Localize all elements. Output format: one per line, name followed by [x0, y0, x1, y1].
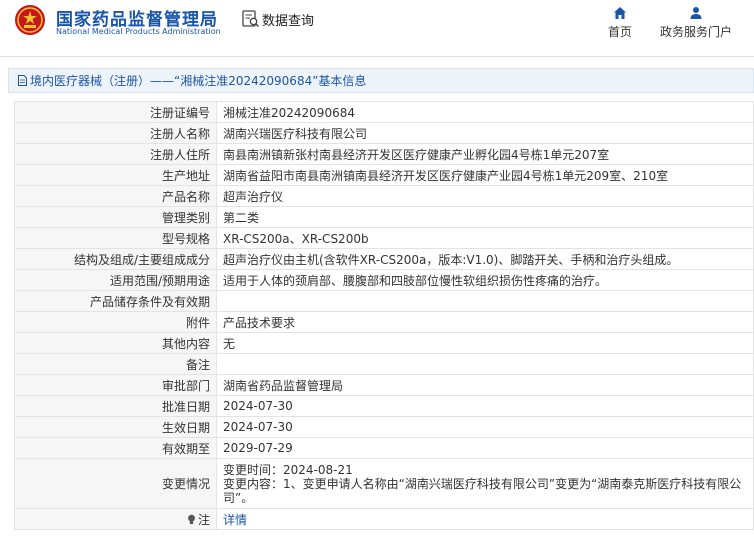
- details-link[interactable]: 详情: [223, 513, 247, 527]
- field-label: 变更情况: [14, 458, 217, 509]
- field-label: 型号规格: [14, 227, 217, 249]
- breadcrumb-category[interactable]: 境内医疗器械（注册）: [30, 72, 150, 89]
- field-value: 第二类: [216, 206, 754, 228]
- site-header: 国家药品监督管理局 National Medical Products Admi…: [0, 0, 754, 52]
- table-row: 型号规格 XR-CS200a、XR-CS200b: [14, 227, 754, 249]
- national-emblem-icon: [15, 5, 45, 35]
- table-row: 结构及组成/主要组成成分 超声治疗仪由主机(含软件XR-CS200a，版本:V1.…: [14, 248, 754, 270]
- data-query-label: 数据查询: [262, 13, 315, 29]
- field-label: 附件: [14, 311, 217, 333]
- field-label: 产品储存条件及有效期: [14, 290, 217, 312]
- table-row: 产品名称 超声治疗仪: [14, 185, 754, 207]
- nav-home-label: 首页: [607, 25, 632, 39]
- field-label: 注册人名称: [14, 122, 217, 144]
- field-label: 管理类别: [14, 206, 217, 228]
- table-row: 有效期至 2029-07-29: [14, 437, 754, 459]
- field-value: 湖南兴瑞医疗科技有限公司: [216, 122, 754, 144]
- table-row: 产品储存条件及有效期: [14, 290, 754, 312]
- table-row: 附件 产品技术要求: [14, 311, 754, 333]
- table-row: 批准日期 2024-07-30: [14, 395, 754, 417]
- nav-portal-label: 政务服务门户: [659, 25, 732, 39]
- field-value: 超声治疗仪由主机(含软件XR-CS200a，版本:V1.0)、脚踏开关、手柄和治…: [216, 248, 754, 270]
- user-icon: [690, 7, 702, 19]
- field-value: 适用于人体的颈肩部、腰腹部和四肢部位慢性软组织损伤性疼痛的治疗。: [216, 269, 754, 291]
- table-row: 注册人住所 南县南洲镇新张村南县经济开发区医疗健康产业孵化园4号栋1单元207室: [14, 143, 754, 165]
- field-value: 2024-07-30: [216, 395, 754, 417]
- field-value: [216, 290, 754, 312]
- search-icon: [242, 10, 260, 28]
- field-label: 其他内容: [14, 332, 217, 354]
- field-label: 注册人住所: [14, 143, 217, 165]
- field-label: 审批部门: [14, 374, 217, 396]
- field-label: 备注: [14, 353, 217, 375]
- field-value: 超声治疗仪: [216, 185, 754, 207]
- field-label: 注册证编号: [14, 101, 217, 123]
- field-label: 结构及组成/主要组成成分: [14, 248, 217, 270]
- field-value: 湖南省药品监督管理局: [216, 374, 754, 396]
- field-label: 注: [14, 508, 217, 530]
- table-row: 注册人名称 湖南兴瑞医疗科技有限公司: [14, 122, 754, 144]
- field-label: 产品名称: [14, 185, 217, 207]
- field-value: 南县南洲镇新张村南县经济开发区医疗健康产业孵化园4号栋1单元207室: [216, 143, 754, 165]
- change-history-value: 变更时间：2024-08-21 变更内容：1、变更申请人名称由“湖南兴瑞医疗科技有…: [216, 458, 754, 509]
- table-row: 生产地址 湖南省益阳市南县南洲镇南县经济开发区医疗健康产业园4号栋1单元209室、…: [14, 164, 754, 186]
- field-value: XR-CS200a、XR-CS200b: [216, 227, 754, 249]
- field-value: 湖南省益阳市南县南洲镇南县经济开发区医疗健康产业园4号栋1单元209室、210室: [216, 164, 754, 186]
- field-value: 详情: [216, 508, 754, 530]
- field-label: 有效期至: [14, 437, 217, 459]
- field-value: 2024-07-30: [216, 416, 754, 438]
- change-content: 变更内容：1、变更申请人名称由“湖南兴瑞医疗科技有限公司”变更为“湖南泰克斯医疗…: [223, 476, 742, 505]
- change-time: 变更时间：2024-08-21: [223, 462, 353, 477]
- field-label: 生产地址: [14, 164, 217, 186]
- field-label: 生效日期: [14, 416, 217, 438]
- nav-gov-service-portal[interactable]: 政务服务门户: [658, 6, 734, 40]
- breadcrumb-record: “湘械注准20242090684”基本信息: [174, 74, 367, 88]
- registration-details-table: 注册证编号 湘械注准20242090684 注册人名称 湖南兴瑞医疗科技有限公司 注册人…: [14, 101, 754, 530]
- field-value: 湘械注准20242090684: [216, 101, 754, 123]
- table-row-change-history: 变更情况 变更时间：2024-08-21 变更内容：1、变更申请人名称由“湖南兴瑞医…: [14, 458, 754, 509]
- note-label: 注: [197, 512, 210, 527]
- field-value: 产品技术要求: [216, 311, 754, 333]
- data-query-link[interactable]: 数据查询: [242, 8, 314, 30]
- breadcrumb: 境内医疗器械（注册） —— “湘械注准20242090684”基本信息: [8, 68, 754, 93]
- table-row: 备注: [14, 353, 754, 375]
- table-row: 注册证编号 湘械注准20242090684: [14, 101, 754, 123]
- field-label: 适用范围/预期用途: [14, 269, 217, 291]
- field-label: 批准日期: [14, 395, 217, 417]
- field-value: 无: [216, 332, 754, 354]
- table-row-note: 注详情: [14, 508, 754, 530]
- nav-home[interactable]: 首页: [604, 6, 636, 40]
- home-icon: [614, 7, 626, 19]
- bulb-icon: [188, 514, 195, 524]
- header-divider: [0, 56, 754, 57]
- breadcrumb-separator: ——: [150, 73, 175, 88]
- table-row: 生效日期 2024-07-30: [14, 416, 754, 438]
- site-subtitle: National Medical Products Administration: [56, 27, 221, 36]
- table-row: 审批部门 湖南省药品监督管理局: [14, 374, 754, 396]
- table-row: 其他内容无: [14, 332, 754, 354]
- document-icon: [18, 75, 27, 86]
- field-value: 2029-07-29: [216, 437, 754, 459]
- table-row: 管理类别 第二类: [14, 206, 754, 228]
- field-value: [216, 353, 754, 375]
- table-row: 适用范围/预期用途 适用于人体的颈肩部、腰腹部和四肢部位慢性软组织损伤性疼痛的治疗…: [14, 269, 754, 291]
